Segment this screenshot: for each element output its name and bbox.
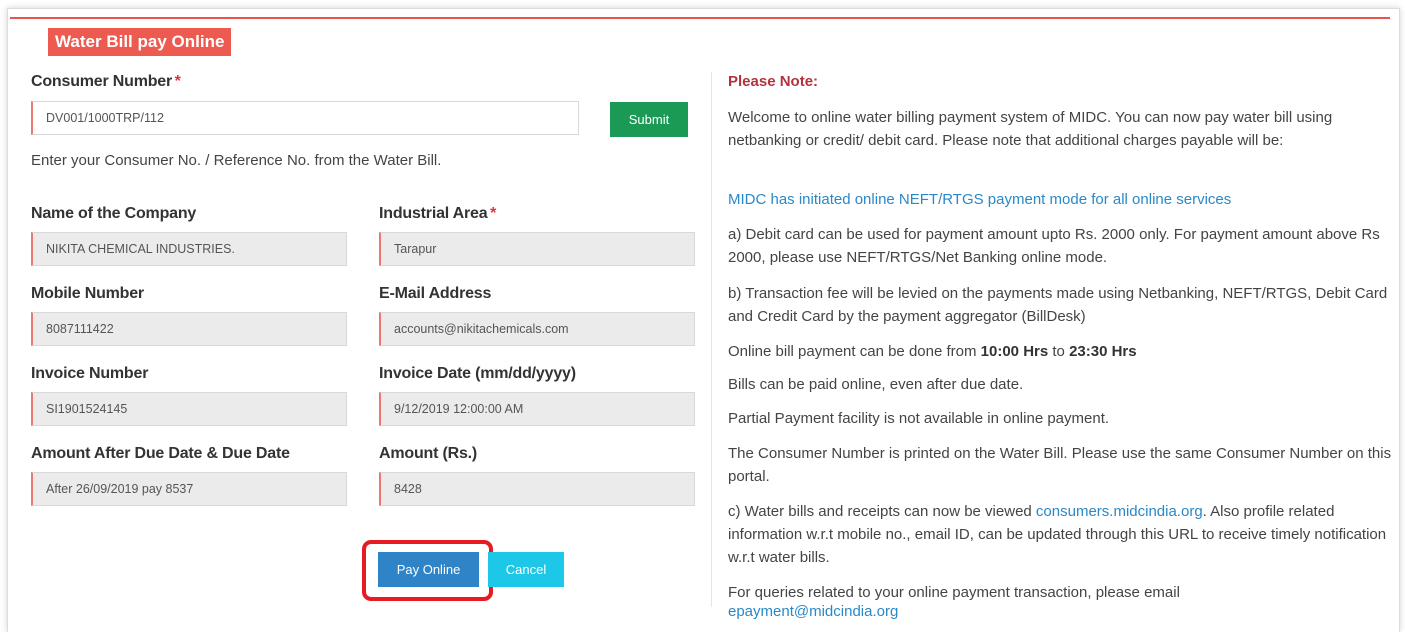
consumer-number-label: Consumer Number * bbox=[31, 73, 180, 91]
consumers-portal-link[interactable]: consumers.midcindia.org bbox=[1036, 503, 1203, 520]
industrial-area-label-text: Industrial Area bbox=[379, 205, 488, 222]
company-name-field: NIKITA CHEMICAL INDUSTRIES. bbox=[31, 232, 347, 266]
column-divider bbox=[711, 72, 712, 607]
page-title: Water Bill pay Online bbox=[48, 28, 232, 56]
company-name-label: Name of the Company bbox=[31, 205, 197, 222]
point-c-prefix: c) Water bills and receipts can now be v… bbox=[728, 503, 1036, 520]
timing-to: 23:30 Hrs bbox=[1069, 343, 1137, 360]
consumer-number-label-text: Consumer Number bbox=[31, 73, 173, 90]
pay-online-button[interactable]: Pay Online bbox=[378, 552, 479, 587]
note-title: Please Note: bbox=[728, 73, 819, 90]
required-mark: * bbox=[489, 205, 496, 222]
industrial-area-label: Industrial Area * bbox=[379, 205, 496, 223]
invoice-date-label: Invoice Date (mm/dd/yyyy) bbox=[379, 365, 576, 382]
timing-prefix: Online bill payment can be done from bbox=[728, 343, 981, 360]
support-email-link[interactable]: epayment@midcindia.org bbox=[728, 603, 898, 620]
timing-from: 10:00 Hrs bbox=[980, 343, 1049, 360]
consumer-number-hint: Enter your Consumer No. / Reference No. … bbox=[31, 152, 442, 169]
required-mark: * bbox=[174, 73, 181, 90]
invoice-date-field: 9/12/2019 12:00:00 AM bbox=[379, 392, 695, 426]
amount-label: Amount (Rs.) bbox=[379, 445, 478, 462]
amount-after-due-field: After 26/09/2019 pay 8537 bbox=[31, 472, 347, 506]
email-address-field: accounts@nikitachemicals.com bbox=[379, 312, 695, 346]
note-queries: For queries related to your online payme… bbox=[728, 584, 1180, 601]
amount-after-due-label: Amount After Due Date & Due Date bbox=[31, 445, 290, 462]
note-point-c: c) Water bills and receipts can now be v… bbox=[728, 500, 1393, 569]
invoice-number-label: Invoice Number bbox=[31, 365, 149, 382]
note-neft-notice: MIDC has initiated online NEFT/RTGS paym… bbox=[728, 191, 1232, 208]
note-after-due: Bills can be paid online, even after due… bbox=[728, 376, 1024, 393]
header-divider bbox=[10, 17, 1390, 19]
timing-mid: to bbox=[1048, 343, 1070, 360]
invoice-number-field: SI1901524145 bbox=[31, 392, 347, 426]
note-point-a: a) Debit card can be used for payment am… bbox=[728, 226, 1380, 266]
mobile-number-field: 8087111422 bbox=[31, 312, 347, 346]
note-welcome: Welcome to online water billing payment … bbox=[728, 109, 1333, 149]
industrial-area-field: Tarapur bbox=[379, 232, 695, 266]
mobile-number-label: Mobile Number bbox=[31, 285, 144, 302]
note-timing: Online bill payment can be done from 10:… bbox=[728, 340, 1393, 363]
note-consumer-info: The Consumer Number is printed on the Wa… bbox=[728, 445, 1392, 485]
email-address-label: E-Mail Address bbox=[379, 285, 492, 302]
consumer-number-input[interactable]: DV001/1000TRP/112 bbox=[31, 101, 579, 135]
submit-button[interactable]: Submit bbox=[610, 102, 688, 137]
amount-field: 8428 bbox=[379, 472, 695, 506]
cancel-button[interactable]: Cancel bbox=[488, 552, 564, 587]
note-partial-payment: Partial Payment facility is not availabl… bbox=[728, 410, 1110, 427]
note-point-b: b) Transaction fee will be levied on the… bbox=[728, 285, 1388, 325]
